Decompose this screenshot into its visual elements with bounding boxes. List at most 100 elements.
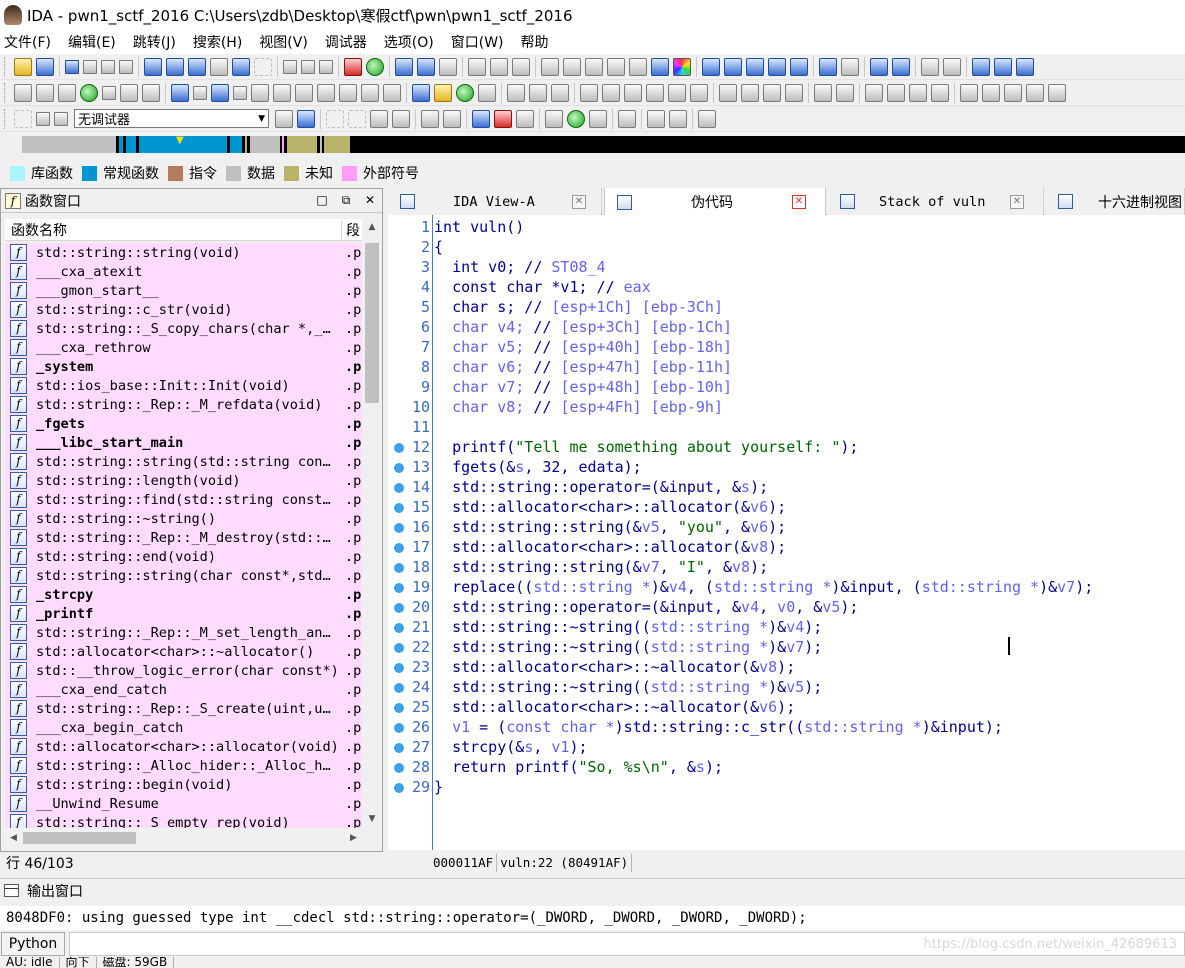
code-line[interactable]: 23 std::allocator<char>::~allocator(&v8)… [388,657,1185,677]
function-row[interactable]: f std::string::string(void) .p [5,243,362,262]
breakpoint-dot-icon[interactable] [394,563,404,573]
nav-segment-data[interactable] [250,136,280,153]
text-a-icon[interactable] [870,57,888,76]
struct-var-icon[interactable] [58,83,76,102]
close-icon[interactable]: ✕ [358,193,382,208]
vertical-scrollbar[interactable]: ▲ ▼ [363,219,381,828]
nav-segment-unknown[interactable] [324,136,350,153]
dropdown-icon[interactable] [233,85,247,100]
function-row[interactable]: f std::ios_base::Init::Init(void) .p [5,376,362,395]
function-row[interactable]: f std::string::_S_empty_rep(void) .p [5,813,362,828]
hex-list-icon[interactable] [490,57,508,76]
posterior-lines-icon[interactable] [931,83,949,102]
function-row[interactable]: f _fgets .p [5,414,362,433]
menu-item[interactable]: 调试器 [325,32,367,52]
function-row[interactable]: f std::__throw_logic_error(char const*) .p [5,661,362,680]
pseudocode-view[interactable]: 1 int vuln() 2{3 int v0; // ST08_4 4 const … [388,215,1185,850]
window-tile-icon[interactable] [1016,57,1034,76]
char-icon[interactable] [251,83,269,102]
unhide-all-icon[interactable] [785,83,803,102]
function-row[interactable]: f std::allocator<char>::~allocator() .p [5,642,362,661]
patch-icon[interactable] [841,57,859,76]
history-dropdown-icon[interactable] [83,59,97,74]
thread-icon[interactable] [421,109,439,128]
back-arrow-icon[interactable] [65,59,79,74]
scrollbar-thumb[interactable] [23,832,136,844]
scroll-right-icon[interactable]: ▶ [345,829,362,847]
code-line[interactable]: 22 std::string::~string((std::string *)&… [388,637,1185,657]
nav-segment-function[interactable] [119,136,123,153]
binoculars-text-icon[interactable] [188,57,206,76]
nav-segment-function[interactable] [230,136,242,153]
comment-icon[interactable] [865,83,883,102]
code-line[interactable]: 2{ [388,237,1185,257]
collapse-icon[interactable] [283,59,297,74]
tab-close-icon[interactable]: ✕ [572,194,586,209]
code-line[interactable]: 16 std::string::string(&v5, "you", &v6); [388,517,1185,537]
code-line[interactable]: 17 std::allocator<char>::allocator(&v8); [388,537,1185,557]
function-row[interactable]: f std::string::string(char const*,std… .p [5,566,362,585]
code-icon[interactable] [14,83,32,102]
offset-icon[interactable] [171,83,189,102]
breakpoint-dot-icon[interactable] [394,703,404,713]
undefine-icon[interactable] [319,59,333,74]
tab[interactable]: IDA View-A ✕ [388,188,602,215]
add-dref-icon[interactable] [668,83,686,102]
breakpoint-dot-icon[interactable] [394,643,404,653]
menu-item[interactable]: 编辑(E) [68,32,116,52]
xref-icon[interactable] [943,57,961,76]
breakpoint-dot-icon[interactable] [394,583,404,593]
function-row[interactable]: f std::string::find(std::string const… .p [5,490,362,509]
not-icon[interactable] [361,83,379,102]
breakpoint-list-icon[interactable] [472,109,490,128]
function-row[interactable]: f _strcpy .p [5,585,362,604]
search-bytes-icon[interactable] [210,57,228,76]
del-xref-icon[interactable] [602,83,620,102]
step-into-icon[interactable] [297,109,315,128]
debugger-select[interactable]: 无调试器 ▼ [74,109,269,128]
segments-icon[interactable] [395,57,413,76]
breakpoint-dot-icon[interactable] [394,783,404,793]
strings-icon[interactable] [790,57,808,76]
sort-up-icon[interactable] [836,83,854,102]
code-line[interactable]: 28 return printf("So, %s\n", &s); [388,757,1185,777]
structures-icon[interactable] [417,57,435,76]
nav-segment-data[interactable] [320,136,322,153]
code-line[interactable]: 10 char v8; // [esp+4Fh] [ebp-9h] [388,397,1185,417]
function-row[interactable]: f std::string::_Rep::_M_refdata(void) .p [5,395,362,414]
menu-item[interactable]: 选项(O) [384,32,434,52]
breakpoint-dot-icon[interactable] [394,523,404,533]
export-icon[interactable] [702,57,720,76]
code-line[interactable]: 25 std::allocator<char>::~allocator(&v6)… [388,697,1185,717]
run-to-cursor-icon[interactable] [370,109,388,128]
open-file-icon[interactable] [14,57,32,76]
code-line[interactable]: 1 int vuln() [388,217,1185,237]
code-line[interactable]: 20 std::string::operator=(&input, &v4, v… [388,597,1185,617]
nav-segment-function[interactable] [126,136,136,153]
warning-icon[interactable] [344,57,362,76]
tab[interactable]: Stack of vuln ✕ [828,188,1044,215]
del-dref-icon[interactable] [690,83,708,102]
scroll-down-icon[interactable]: ▼ [363,811,381,828]
column-header-segment[interactable]: 段 [342,220,360,240]
forward-dropdown-icon[interactable] [119,59,133,74]
segment-edit-icon[interactable] [412,83,430,102]
zoom-icon[interactable] [541,57,559,76]
function-row[interactable]: f std::string::end(void) .p [5,547,362,566]
graph-icon[interactable] [563,57,581,76]
undefine-x-icon[interactable] [142,83,160,102]
list-icon[interactable] [468,57,486,76]
step-over-icon[interactable] [326,109,344,128]
code-line[interactable]: 12 printf("Tell me something about yours… [388,437,1185,457]
code-line[interactable]: 19 replace((std::string *)&v4, (std::str… [388,577,1185,597]
settings-gear-icon[interactable] [651,57,669,76]
function-row[interactable]: f std::string::~string() .p [5,509,362,528]
function-row[interactable]: f __Unwind_Resume .p [5,794,362,813]
dropdown-icon[interactable] [193,85,207,100]
nav-segment-external[interactable] [282,136,284,153]
grid-icon[interactable] [512,57,530,76]
sort-down-icon[interactable] [814,83,832,102]
functions-icon[interactable] [768,57,786,76]
nav-segment-data[interactable] [22,136,114,153]
trace-add-icon[interactable] [567,109,585,128]
